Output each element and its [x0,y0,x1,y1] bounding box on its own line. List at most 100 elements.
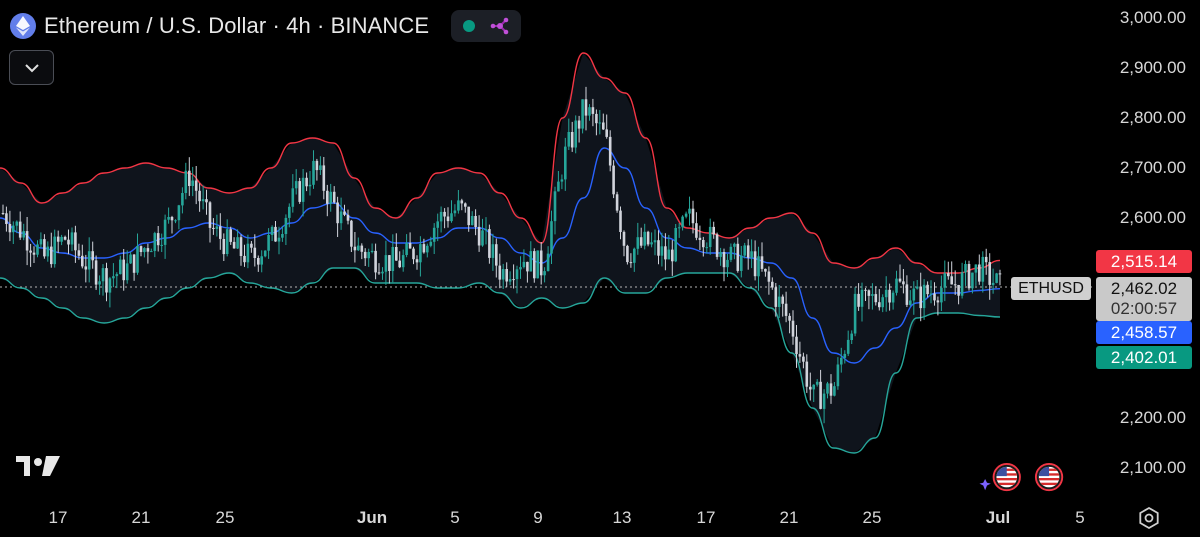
candle-body [878,302,881,308]
candle-body [46,246,50,257]
candle-body [156,233,160,246]
candle-body [122,259,125,281]
candle-body [15,221,19,226]
candle-body [809,386,812,390]
symbol-title[interactable]: Ethereum / U.S. Dollar · 4h · BINANCE [44,13,429,39]
market-status-pill[interactable] [451,10,522,42]
candle-body [671,249,674,262]
candle-body [374,250,377,273]
candle-body [608,136,612,166]
candle-body [643,231,646,246]
candle-body [329,191,332,204]
candle-body [432,227,436,242]
time-axis-label: Jun [356,508,388,527]
candle-body [550,221,553,254]
candle-body [846,339,850,354]
time-axis-label: 5 [450,508,460,527]
candle-body [84,266,88,270]
symbol-header[interactable]: Ethereum / U.S. Dollar · 4h · BINANCE [10,10,522,42]
candle-body [153,233,157,251]
candle-body [619,210,622,232]
candle-body [964,264,967,273]
candle-body [450,213,453,222]
price-axis-label: 2,900.00 [1119,58,1186,77]
candle-body [201,199,205,202]
candle-body [125,263,129,281]
candle-body [915,286,919,289]
candle-body [529,251,533,272]
candle-body [784,303,788,316]
candle-body [422,244,426,253]
candle-body [439,211,443,222]
candle-body [453,210,457,214]
candle-body [343,211,346,215]
candle-body [119,259,122,275]
candle-body [429,241,433,246]
candle-body [543,271,546,276]
candle-body [288,206,291,218]
candle-body [239,237,243,256]
settings-gear-icon[interactable] [1137,506,1161,530]
candle-body [791,320,795,337]
candle-body [205,199,208,203]
candle-body [815,381,819,385]
candle-body [812,384,815,390]
candle-body [305,177,308,187]
price-axis-label: 2,100.00 [1119,458,1186,477]
candle-body [536,250,539,279]
candle-body [895,278,898,293]
tradingview-logo-icon[interactable] [16,454,62,478]
us-economic-event-flag-icon[interactable] [978,462,1028,494]
candle-body [29,250,32,253]
candle-body [639,237,643,246]
candle-body [781,296,784,304]
candle-body [188,170,191,186]
candle-body [253,247,257,258]
candle-body [370,250,374,252]
candle-body [177,205,181,221]
candle-body [457,200,460,211]
candle-body [526,261,529,272]
candle-body [936,300,940,303]
time-axis-label: 21 [131,508,151,527]
candle-body [864,289,867,291]
candle-body [560,179,564,182]
candle-body [174,220,177,222]
candle-body [170,217,174,221]
candle-body [250,243,253,248]
chevron-down-icon [24,63,39,72]
candle-body [833,386,836,396]
bollinger-band-fill [0,53,1000,453]
candle-body [950,276,953,285]
candle-body [229,229,232,242]
candle-body [384,255,388,272]
us-economic-event-flag-icon[interactable] [1032,462,1068,494]
candle-body [32,252,36,255]
candle-body [743,245,746,256]
candle-body [322,165,326,191]
candle-body [653,240,657,243]
candle-body [1,213,5,214]
chart-canvas[interactable] [0,0,1200,537]
candle-body [464,203,467,207]
candle-body [905,284,909,305]
candle-body [43,239,46,257]
candle-body [353,246,357,251]
candle-body [53,236,56,265]
candle-body [291,188,295,207]
candle-body [546,253,550,272]
candle-body [426,245,429,253]
time-axis-label: 21 [779,508,799,527]
candle-body [515,269,519,280]
candle-body [519,267,522,270]
candle-body [691,208,695,224]
candle-body [350,220,353,247]
collapse-legend-button[interactable] [9,50,54,85]
candle-body [605,129,608,137]
candle-body [470,216,474,226]
candle-body [733,243,736,247]
candle-body [415,259,419,263]
candle-body [898,278,902,282]
candle-body [60,236,63,242]
price-axis-label: 2,200.00 [1119,408,1186,427]
